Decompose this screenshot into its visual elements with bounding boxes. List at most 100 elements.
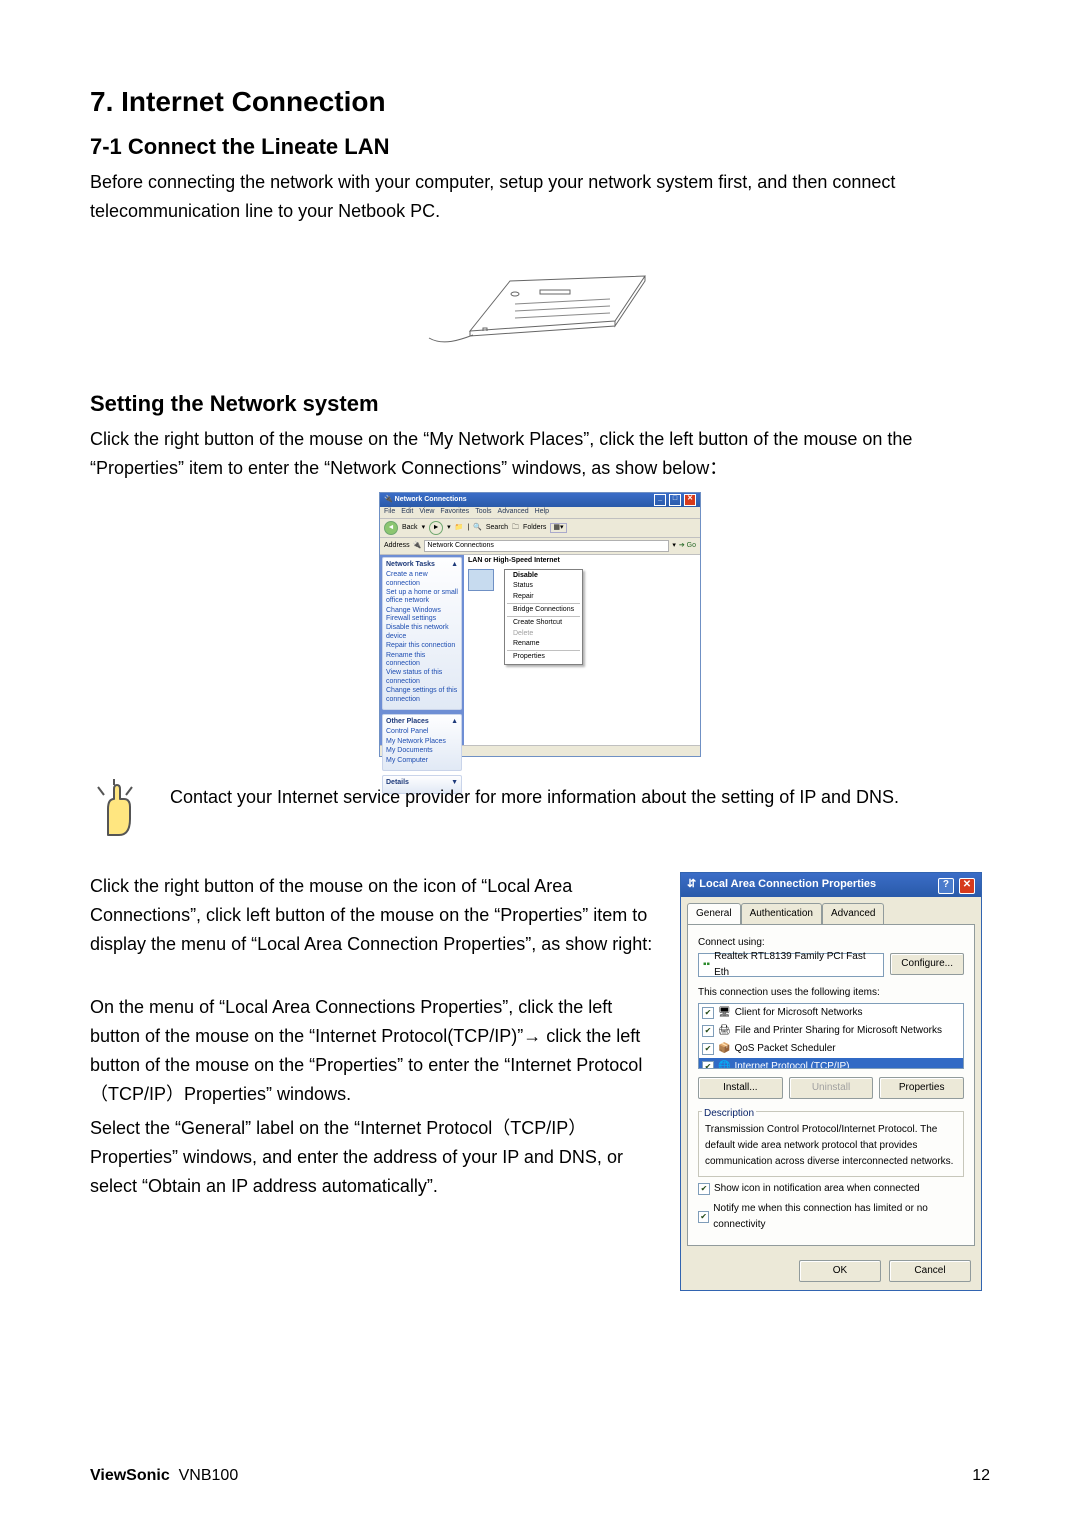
task-item[interactable]: Disable this network device: [386, 624, 458, 641]
menu-item[interactable]: Disable: [505, 571, 582, 581]
lan-section-label: LAN or High-Speed Internet: [464, 555, 700, 567]
collapse-icon[interactable]: ▲: [451, 718, 458, 726]
show-icon-label: Show icon in notification area when conn…: [714, 1181, 920, 1197]
task-item[interactable]: View status of this connection: [386, 669, 458, 686]
properties-button[interactable]: Properties: [879, 1077, 964, 1099]
note-hand-icon: [90, 777, 150, 846]
dialog-titlebar: ⇵ Local Area Connection Properties ? ✕: [681, 873, 981, 897]
list-item[interactable]: File and Printer Sharing for Microsoft N…: [735, 1023, 942, 1039]
task-item[interactable]: Repair this connection: [386, 642, 458, 650]
checkbox-icon[interactable]: ✔: [698, 1211, 709, 1223]
go-button[interactable]: ➔ Go: [679, 542, 696, 550]
task-item[interactable]: Rename this connection: [386, 652, 458, 669]
tab-bar: General Authentication Advanced: [681, 897, 981, 924]
other-item[interactable]: Control Panel: [386, 728, 458, 736]
dialog-title-text: Local Area Connection Properties: [699, 878, 876, 890]
subsection-heading-2: Setting the Network system: [90, 386, 990, 421]
task-item[interactable]: Create a new connection: [386, 571, 458, 588]
main-panel: LAN or High-Speed Internet Disable Statu…: [464, 555, 700, 745]
subsection-heading: 7-1 Connect the Lineate LAN: [90, 129, 990, 164]
network-connections-window: 🔌 Network Connections _ □ ✕ FileEditView…: [379, 492, 701, 757]
checkbox-icon[interactable]: ✔: [702, 1007, 714, 1019]
window-menu[interactable]: FileEditViewFavoritesToolsAdvancedHelp: [380, 507, 700, 518]
window-toolbar[interactable]: ◄ Back ▾ ► ▾ 📁 | 🔍Search 🗀Folders ▦▾: [380, 519, 700, 538]
views-icon[interactable]: ▦▾: [550, 523, 566, 533]
search-label: Search: [486, 524, 508, 532]
folders-icon[interactable]: 🗀: [512, 524, 519, 532]
close-icon[interactable]: ✕: [959, 878, 975, 894]
context-menu: Disable Status Repair Bridge Connections…: [504, 569, 583, 665]
tasks-heading: Network Tasks: [386, 561, 435, 569]
intro-paragraph: Before connecting the network with your …: [90, 168, 990, 226]
footer-page-number: 12: [972, 1463, 990, 1489]
menu-item[interactable]: Repair: [505, 592, 582, 602]
tab-general[interactable]: General: [687, 903, 741, 924]
back-label: Back: [402, 524, 418, 532]
maximize-icon[interactable]: □: [669, 494, 681, 506]
notify-label: Notify me when this connection has limit…: [713, 1201, 964, 1233]
checkbox-icon[interactable]: ✔: [702, 1061, 714, 1069]
other-item[interactable]: My Computer: [386, 757, 458, 765]
forward-icon[interactable]: ►: [429, 521, 443, 535]
lac-paragraph-2: On the menu of “Local Area Connections P…: [90, 993, 660, 1108]
back-icon[interactable]: ◄: [384, 521, 398, 535]
lac-paragraph-1: Click the right button of the mouse on t…: [90, 872, 660, 958]
footer-model: VNB100: [179, 1467, 239, 1484]
items-list[interactable]: ✔🖥Client for Microsoft Networks ✔🖨File a…: [698, 1003, 964, 1069]
note-text: Contact your Internet service provider f…: [170, 783, 899, 812]
up-icon[interactable]: 📁: [455, 524, 464, 532]
list-item[interactable]: Internet Protocol (TCP/IP): [734, 1059, 849, 1069]
close-icon[interactable]: ✕: [684, 494, 696, 506]
lac-paragraph-3: Select the “General” label on the “Inter…: [90, 1114, 660, 1200]
configure-button[interactable]: Configure...: [890, 953, 964, 975]
other-item[interactable]: My Network Places: [386, 738, 458, 746]
section-heading: 7. Internet Connection: [90, 80, 990, 125]
address-bar[interactable]: Address 🔌 ▾ ➔ Go: [380, 538, 700, 555]
checkbox-icon[interactable]: ✔: [702, 1043, 714, 1055]
menu-item[interactable]: Properties: [505, 652, 582, 662]
search-icon[interactable]: 🔍: [473, 524, 482, 532]
adapter-name: Realtek RTL8139 Family PCI Fast Eth: [714, 949, 879, 981]
list-item[interactable]: QoS Packet Scheduler: [734, 1041, 835, 1057]
connection-icon: [468, 569, 494, 591]
menu-item[interactable]: Create Shortcut: [505, 618, 582, 628]
list-item[interactable]: Client for Microsoft Networks: [735, 1005, 863, 1021]
other-heading: Other Places: [386, 718, 429, 726]
folders-label: Folders: [523, 524, 546, 532]
collapse-icon[interactable]: ▲: [451, 561, 458, 569]
tab-advanced[interactable]: Advanced: [822, 903, 884, 924]
footer-brand: ViewSonic: [90, 1467, 170, 1484]
address-label: Address: [384, 542, 410, 550]
cancel-button[interactable]: Cancel: [889, 1260, 971, 1282]
task-item[interactable]: Change Windows Firewall settings: [386, 607, 458, 624]
window-title-text: Network Connections: [395, 496, 467, 503]
side-panel: Network Tasks ▲ Create a new connection S…: [380, 555, 464, 745]
adapter-icon: ▪▪: [703, 957, 710, 973]
laptop-illustration: [415, 236, 665, 366]
checkbox-icon[interactable]: ✔: [698, 1183, 710, 1195]
other-item[interactable]: My Documents: [386, 747, 458, 755]
tab-authentication[interactable]: Authentication: [741, 903, 822, 924]
lac-properties-dialog: ⇵ Local Area Connection Properties ? ✕ G…: [680, 872, 982, 1291]
uninstall-button: Uninstall: [789, 1077, 874, 1099]
description-label: Description: [702, 1106, 756, 1122]
checkbox-icon[interactable]: ✔: [702, 1025, 714, 1037]
description-text: Transmission Control Protocol/Internet P…: [699, 1122, 963, 1176]
menu-item[interactable]: Bridge Connections: [505, 605, 582, 615]
menu-item: Delete: [505, 629, 582, 639]
items-label: This connection uses the following items…: [698, 985, 964, 1001]
setting-paragraph: Click the right button of the mouse on t…: [90, 425, 990, 483]
address-input[interactable]: [424, 540, 669, 552]
help-icon[interactable]: ?: [938, 878, 954, 894]
install-button[interactable]: Install...: [698, 1077, 783, 1099]
ok-button[interactable]: OK: [799, 1260, 881, 1282]
adapter-field: ▪▪ Realtek RTL8139 Family PCI Fast Eth: [698, 953, 884, 977]
task-item[interactable]: Change settings of this connection: [386, 687, 458, 704]
tab-page-general: Connect using: ▪▪ Realtek RTL8139 Family…: [687, 924, 975, 1246]
minimize-icon[interactable]: _: [654, 494, 666, 506]
page-footer: ViewSonic VNB100 12: [90, 1463, 990, 1489]
menu-item[interactable]: Status: [505, 581, 582, 591]
window-titlebar: 🔌 Network Connections _ □ ✕: [380, 493, 700, 507]
menu-item[interactable]: Rename: [505, 639, 582, 649]
task-item[interactable]: Set up a home or small office network: [386, 589, 458, 606]
